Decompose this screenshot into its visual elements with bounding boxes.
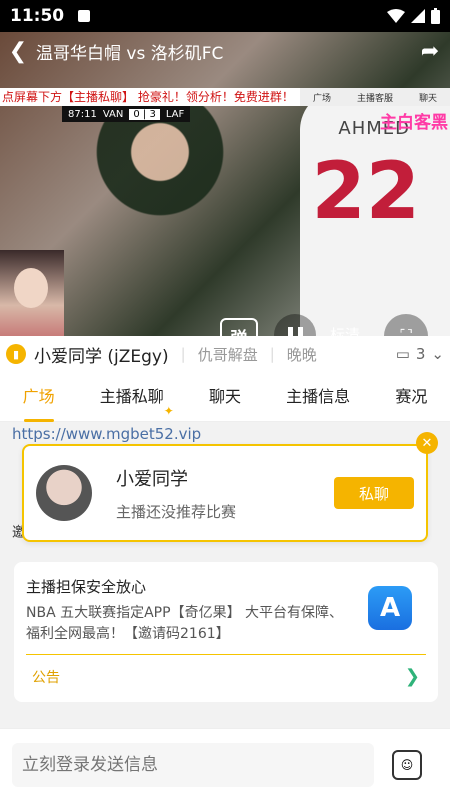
share-button[interactable]: ➦: [410, 39, 450, 64]
wifi-icon: [387, 9, 405, 23]
recommend-info: 小爱同学 主播还没推荐比赛: [116, 465, 334, 522]
message-input[interactable]: [12, 742, 374, 787]
recommend-card: 小爱同学 主播还没推荐比赛 私聊: [22, 444, 428, 542]
banner-ad[interactable]: 广场 主播客服 聊天: [300, 88, 450, 106]
away-team: LAF: [165, 108, 185, 120]
notice-body: NBA 五大联赛指定APP【奇亿果】 大平台有保障、福利全网最高！【邀请码216…: [26, 605, 344, 642]
sticker-icon[interactable]: ☺: [392, 749, 422, 780]
tab-label: 赛况: [395, 386, 428, 406]
match-score: 0 | 3: [129, 108, 160, 120]
tab-label: 主播私聊: [99, 386, 164, 406]
chevron-down-icon: ⌄: [431, 345, 444, 363]
tab-match-status[interactable]: 赛况: [395, 372, 427, 422]
match-title: 温哥华白帽 vs 洛杉矶FC: [36, 43, 224, 64]
notice-label: 公告: [32, 669, 60, 686]
tab-label: 聊天: [208, 386, 241, 406]
recommend-name: 小爱同学: [116, 468, 188, 490]
home-team: VAN: [102, 108, 124, 120]
promo-ticker: 点屏幕下方【主播私聊】 抢豪礼！领分析！免费进群！: [0, 88, 300, 106]
banner-item: 主播客服: [356, 93, 393, 104]
status-time: 11:50: [10, 6, 65, 26]
tab-square[interactable]: 广场: [23, 372, 55, 422]
recommend-desc: 主播还没推荐比赛: [116, 502, 237, 521]
tab-private-chat[interactable]: 主播私聊 ✦: [99, 372, 174, 422]
anchor-tag[interactable]: 仇哥解盘: [198, 344, 258, 365]
camera-icon: ▭: [395, 345, 410, 363]
tab-bar: 广场 主播私聊 ✦ 聊天 主播信息 赛况: [0, 372, 450, 422]
chevron-right-icon: ❯: [404, 666, 420, 687]
anchor-bar: ▮ 小爱同学 (jZEgy) | 仇哥解盘 | 晚晚 ▭ 3 ⌄: [0, 336, 450, 372]
anchor-level-icon: ▮: [6, 344, 26, 364]
notice-footer[interactable]: 公告 ❯: [32, 666, 420, 687]
status-icons: [387, 8, 440, 24]
viewer-count-value: 3: [415, 345, 426, 363]
status-bar: 11:50: [0, 0, 450, 32]
tab-label: 主播信息: [286, 386, 351, 406]
banner-item: 聊天: [418, 93, 437, 104]
anchor-tag[interactable]: 晚晚: [287, 344, 317, 365]
avatar[interactable]: [36, 465, 92, 521]
tab-label: 广场: [22, 386, 55, 406]
banner-item: 广场: [312, 93, 331, 104]
anchor-name: 小爱同学 (jZEgy): [34, 346, 169, 367]
tab-anchor-info[interactable]: 主播信息: [286, 372, 350, 422]
app-store-icon[interactable]: A: [368, 586, 412, 630]
streamer-face: [14, 268, 48, 308]
divider: |: [269, 345, 275, 363]
streamer-camera: [0, 250, 64, 342]
overlay-text: 主白客黑: [380, 113, 448, 133]
viewer-count[interactable]: ▭ 3 ⌄: [396, 345, 444, 363]
jersey-number: 22: [311, 147, 420, 237]
signal-icon: [411, 9, 425, 23]
divider: |: [180, 345, 186, 363]
back-button[interactable]: ❮: [0, 39, 36, 64]
notice-title: 主播担保安全放心: [26, 578, 147, 596]
match-clock: 87:11: [68, 108, 97, 120]
divider: [26, 654, 426, 655]
private-chat-button[interactable]: 私聊: [334, 477, 414, 509]
scoreboard: 87:11 VAN 0 | 3 LAF: [62, 106, 191, 122]
url-link[interactable]: https://www.mgbet52.vip: [12, 425, 201, 443]
battery-icon: [431, 8, 440, 24]
bottom-bar: ☺: [0, 728, 450, 800]
video-nav: ❮ 温哥华白帽 vs 洛杉矶FC ➦: [0, 36, 450, 66]
notification-icon: [78, 10, 91, 22]
tab-chat[interactable]: 聊天: [209, 372, 241, 422]
video-player[interactable]: AHMED 22 点屏幕下方【主播私聊】 抢豪礼！领分析！免费进群！ 广场 主播…: [0, 32, 450, 344]
close-icon[interactable]: ✕: [416, 432, 438, 454]
notice-card: 主播担保安全放心 NBA 五大联赛指定APP【奇亿果】 大平台有保障、福利全网最…: [14, 562, 438, 702]
